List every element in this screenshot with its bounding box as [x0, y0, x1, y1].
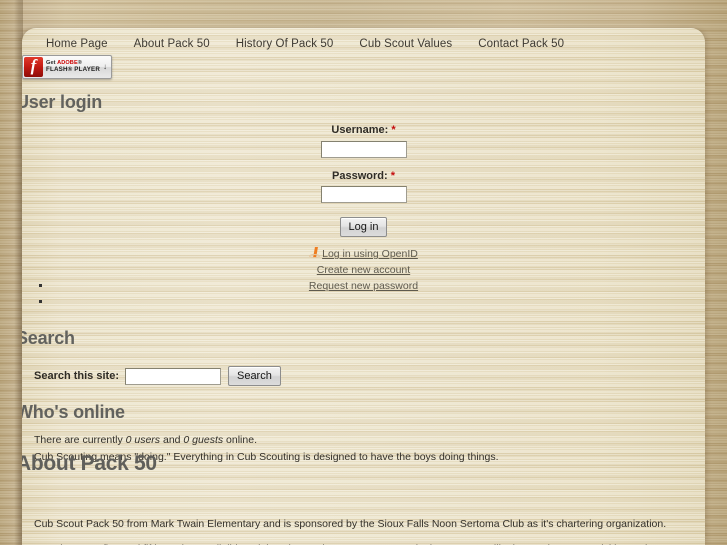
guests-count: 0 guests — [183, 434, 224, 446]
request-new-password-link[interactable]: Request new password — [309, 280, 418, 292]
flash-badge-text: Get ADOBE® FLASH® PLAYER — [46, 59, 101, 74]
whos-online-suffix: online. — [223, 434, 257, 446]
openid-icon — [309, 247, 321, 258]
user-login-form: Username: * Password: * Log in Log in us… — [22, 124, 705, 294]
login-link-row-create-account: Create new account — [22, 262, 705, 278]
search-heading: Search — [22, 328, 75, 348]
download-arrow-icon: ↓ — [103, 62, 108, 71]
whos-online-middle: and — [160, 434, 184, 446]
log-in-using-openid-link[interactable]: Log in using OpenID — [322, 248, 418, 260]
users-count: 0 users — [125, 434, 161, 446]
password-label: Password: * — [22, 170, 705, 182]
flash-adobe-label: ADOBE — [57, 59, 78, 66]
password-input[interactable] — [320, 186, 407, 203]
login-link-row-request-password: Request new password — [22, 278, 705, 294]
search-this-site-label: Search this site: — [34, 370, 119, 382]
about-paragraph: Cub Scout Pack 50 from Mark Twain Elemen… — [34, 518, 667, 530]
whos-online-count-line: There are currently 0 users and 0 guests… — [34, 432, 674, 449]
username-label: Username: * — [22, 124, 705, 136]
username-required-marker: * — [391, 124, 396, 136]
nav-item-contact-pack-50[interactable]: Contact Pack 50 — [478, 33, 564, 55]
user-login-heading: User login — [22, 92, 103, 112]
flash-get-label: Get — [46, 59, 58, 66]
nav-item-cub-scout-values[interactable]: Cub Scout Values — [359, 33, 452, 55]
whos-online-heading: Who's online — [22, 402, 125, 422]
flash-badge-line2: FLASH® PLAYER — [46, 66, 101, 74]
nav-item-history-of-pack-50[interactable]: History Of Pack 50 — [236, 33, 334, 55]
create-new-account-link[interactable]: Create new account — [317, 264, 410, 276]
search-form: Search this site: Search — [34, 366, 281, 386]
main-navigation: Home Page About Pack 50 History Of Pack 50… — [22, 33, 705, 55]
side-bullet-list — [34, 280, 52, 312]
username-label-text: Username: — [331, 124, 389, 136]
password-label-text: Password: — [332, 169, 388, 182]
username-row: Username: * — [22, 124, 705, 158]
password-required-marker: * — [390, 169, 395, 182]
about-pack-50-body: Cub Scout Pack 50 from Mark Twain Elemen… — [34, 518, 694, 545]
adobe-flash-logo-icon — [24, 56, 43, 77]
search-input[interactable] — [124, 367, 221, 385]
password-row: Password: * — [22, 170, 705, 203]
log-in-button[interactable]: Log in — [339, 217, 388, 237]
flash-registered-mark: ® — [77, 59, 83, 66]
nav-item-home-page[interactable]: Home Page — [46, 33, 108, 55]
login-link-row-openid: Log in using OpenID — [22, 246, 705, 262]
nav-item-about-pack-50[interactable]: About Pack 50 — [134, 33, 210, 55]
content-panel: Home Page About Pack 50 History Of Pack 50… — [22, 28, 705, 545]
get-adobe-flash-player-badge[interactable]: Get ADOBE® FLASH® PLAYER ↓ — [22, 55, 112, 79]
username-input[interactable] — [320, 140, 407, 158]
search-button[interactable]: Search — [227, 366, 281, 386]
login-links: Log in using OpenID Create new account R… — [22, 246, 705, 294]
whos-online-prefix: There are currently — [34, 434, 126, 446]
about-pack-50-heading: About Pack 50 — [22, 452, 157, 475]
